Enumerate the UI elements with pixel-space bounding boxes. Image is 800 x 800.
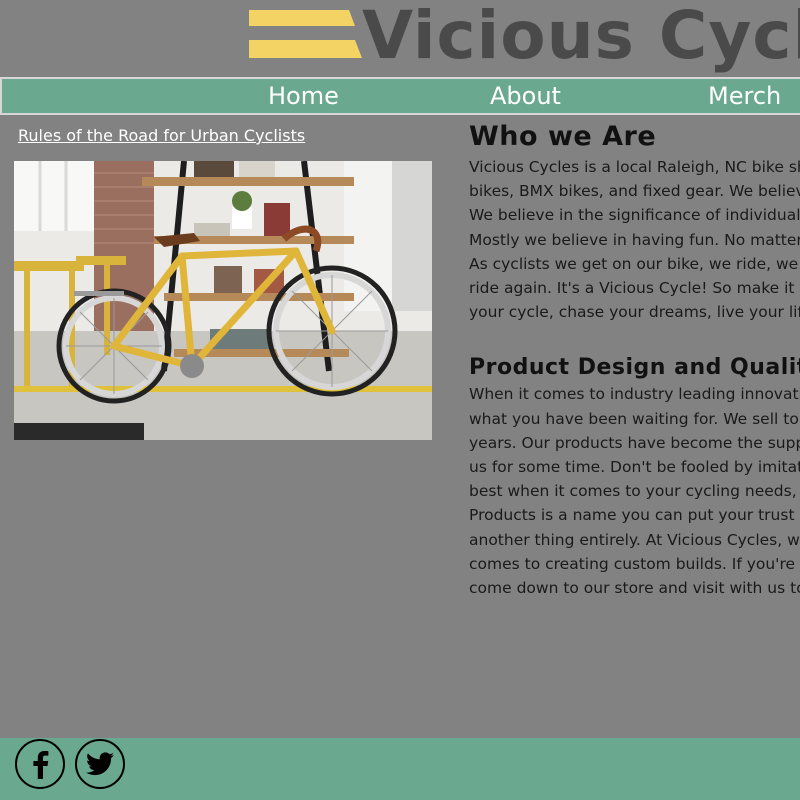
paragraph-line: Mostly we believe in having fun. No matt… xyxy=(469,230,800,249)
yellow-fixed-gear-bicycle-icon xyxy=(14,161,432,440)
product-design-heading: Product Design and Quality xyxy=(469,355,800,381)
bicycle-photo xyxy=(14,161,432,440)
product-design-text: When it comes to industry leading innova… xyxy=(469,382,800,600)
paragraph-line: another thing entirely. At Vicious Cycle… xyxy=(469,530,800,549)
paragraph-line: When it comes to industry leading innova… xyxy=(469,385,800,404)
paragraph-line: We believe in the significance of indivi… xyxy=(469,206,800,225)
facebook-icon xyxy=(33,751,49,779)
paragraph-line: ride again. It's a Vicious Cycle! So mak… xyxy=(469,279,800,298)
site-header: Vicious Cycles xyxy=(0,0,800,78)
nav-home-link[interactable]: Home xyxy=(268,80,339,112)
paragraph-line: As cyclists we get on our bike, we ride,… xyxy=(469,254,800,273)
nav-about-link[interactable]: About xyxy=(490,80,561,112)
paragraph-line: us for some time. Don't be fooled by imi… xyxy=(469,458,800,477)
nav-merch-link[interactable]: Merch xyxy=(708,80,781,112)
main-content: Who we Are Vicious Cycles is a local Ral… xyxy=(469,118,800,738)
twitter-link[interactable] xyxy=(75,739,125,789)
article-link-rules-of-the-road[interactable]: Rules of the Road for Urban Cyclists xyxy=(18,125,305,147)
paragraph-line: your cycle, chase your dreams, live your… xyxy=(469,303,800,322)
who-we-are-heading: Who we Are xyxy=(469,121,657,152)
paragraph-line: Vicious Cycles is a local Raleigh, NC bi… xyxy=(469,158,800,176)
page: Vicious Cycles Home About Merch Rules of… xyxy=(0,0,800,800)
who-we-are-text: Vicious Cycles is a local Raleigh, NC bi… xyxy=(469,155,800,324)
logo-stripes-icon xyxy=(249,10,362,58)
paragraph-line: best when it comes to your cycling needs… xyxy=(469,482,800,501)
paragraph-line: what you have been waiting for. We sell … xyxy=(469,409,800,428)
main-nav: Home About Merch xyxy=(0,77,800,115)
paragraph-line: years. Our products have become the supp… xyxy=(469,433,800,452)
site-footer xyxy=(0,738,800,800)
paragraph-line: bikes, BMX bikes, and fixed gear. We bel… xyxy=(469,182,800,201)
paragraph-line: Products is a name you can put your trus… xyxy=(469,506,800,525)
paragraph-line: come down to our store and visit with us… xyxy=(469,579,800,598)
brand-name[interactable]: Vicious Cycles xyxy=(362,0,800,72)
facebook-link[interactable] xyxy=(15,739,65,789)
paragraph-line: comes to creating custom builds. If you'… xyxy=(469,554,800,573)
twitter-icon xyxy=(86,752,114,776)
